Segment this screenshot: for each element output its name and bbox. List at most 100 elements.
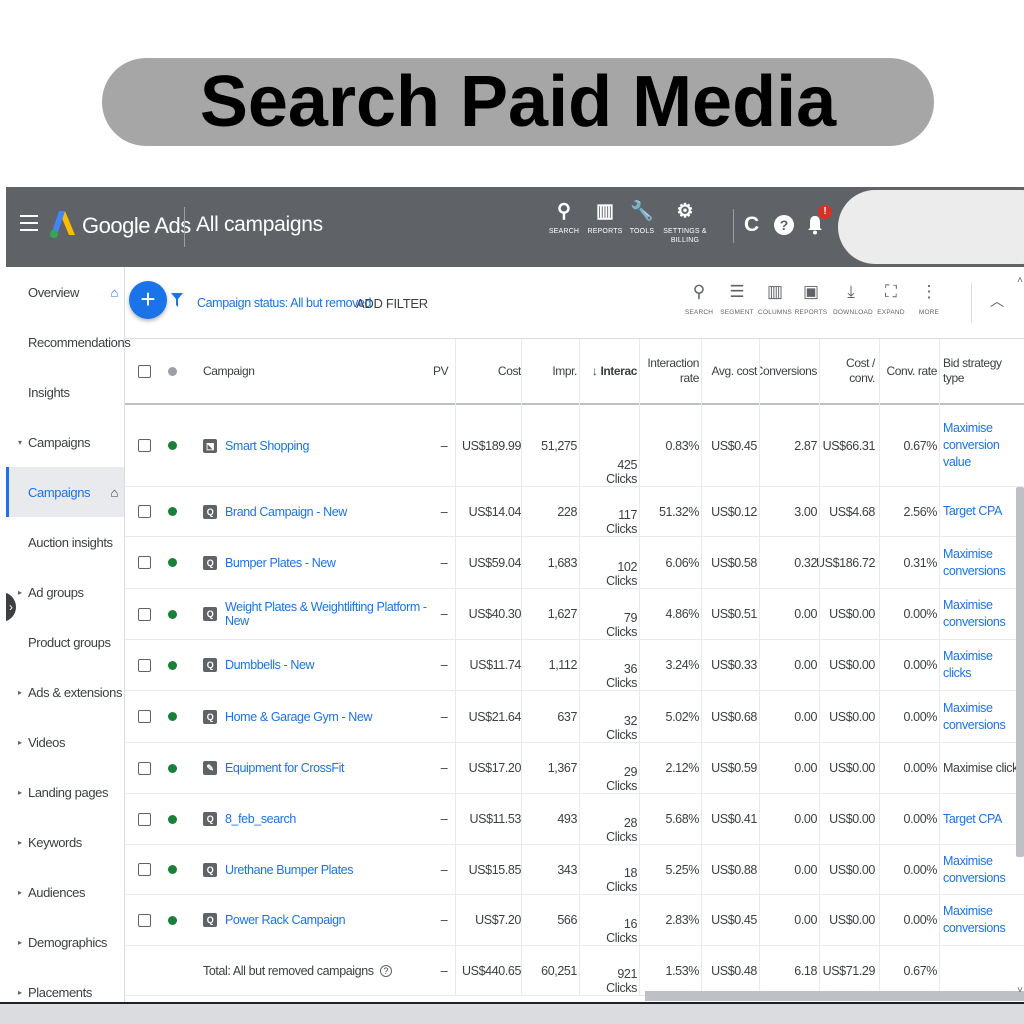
sidebar-item-demographics[interactable]: ▸ Demographics [6,917,124,967]
action-columns-button[interactable]: ▥ COLUMNS [757,281,793,316]
horizontal-scrollbar[interactable] [645,991,1024,1001]
sidebar-item-landing-pages[interactable]: ▸ Landing pages [6,767,124,817]
header-avg[interactable]: Avg. cost [701,339,757,403]
sidebar-item-recommendations[interactable]: Recommendations [6,317,131,367]
scroll-down-arrow-icon[interactable]: ˅ [1017,985,1023,996]
select-all-checkbox[interactable] [137,364,151,378]
row-checkbox[interactable] [137,863,151,876]
campaign-link[interactable]: 8_feb_search [225,812,296,826]
scroll-up-arrow-icon[interactable]: ˄ [1017,275,1023,286]
header-impr[interactable]: Impr. [523,339,577,403]
enabled-status-icon[interactable] [167,915,177,925]
enabled-status-icon[interactable] [167,712,177,721]
bid-strategy[interactable]: Maximise conversions [943,546,1015,580]
campaign-link[interactable]: Equipment for CrossFit [225,761,344,775]
header-convrate[interactable]: Conv. rate [877,339,938,403]
sidebar-item-keywords[interactable]: ▸ Keywords [6,817,124,867]
table-row[interactable]: Q Brand Campaign - New – US$14.04 228 117 Clic… [125,487,1024,537]
row-checkbox[interactable] [137,556,151,569]
row-checkbox[interactable] [137,607,151,621]
action-expand-button[interactable]: ⛶ EXPAND [873,281,909,316]
campaign-link[interactable]: Urethane Bumper Plates [225,863,353,877]
header-dot[interactable] [161,339,183,403]
enabled-status-icon[interactable] [167,507,177,516]
bid-strategy[interactable]: Maximise conversions [943,597,1015,631]
action-segment-button[interactable]: ☰ SEGMENT [719,281,755,316]
bid-strategy[interactable]: Maximise conversions [943,903,1015,937]
header-cpv[interactable]: PV [433,339,455,403]
action-reports-button[interactable]: ▣ REPORTS [793,281,829,316]
enabled-status-icon[interactable] [167,609,177,619]
header-cost[interactable]: Cost [455,339,521,403]
header-chk[interactable] [129,339,159,403]
row-checkbox[interactable] [137,913,151,927]
bid-strategy[interactable]: Target CPA [943,811,1002,828]
bid-strategy[interactable]: Maximise conversion value [943,420,1015,471]
row-checkbox[interactable] [137,761,151,775]
row-checkbox[interactable] [137,812,151,826]
campaign-link[interactable]: Smart Shopping [225,439,309,453]
campaign-link[interactable]: Home & Garage Gym - New [225,710,372,724]
refresh-icon[interactable]: C [744,213,759,237]
header-interactions[interactable]: ↓ Interac [579,339,637,403]
campaign-link[interactable]: Weight Plates & Weightlifting Platform -… [225,600,433,628]
enabled-status-icon[interactable] [167,865,177,874]
sidebar-item-auction-insights[interactable]: Auction insights [6,517,124,567]
campaign-link[interactable]: Brand Campaign - New [225,505,347,519]
action-search-button[interactable]: ⚲ SEARCH [681,281,717,316]
filter-icon[interactable] [171,293,183,307]
action-more-button[interactable]: ⋮ MORE [911,281,947,316]
add-campaign-button[interactable]: + [129,281,167,319]
campaign-link[interactable]: Dumbbells - New [225,658,315,672]
table-row[interactable]: Q Dumbbells - New – US$11.74 1,112 36 Clicks 3.… [125,640,1024,691]
table-row[interactable]: Q 8_feb_search – US$11.53 493 28 Clicks 5.68% US… [125,794,1024,845]
campaign-status-filter[interactable]: Campaign status: All but removed [197,296,372,310]
add-filter-button[interactable]: ADD FILTER [356,296,428,311]
sidebar-item-videos[interactable]: ▸ Videos [6,717,124,767]
enabled-status-icon[interactable] [167,763,177,773]
row-checkbox[interactable] [137,505,151,518]
sidebar-item-product-groups[interactable]: Product groups [6,617,124,667]
enabled-status-icon[interactable] [167,660,177,670]
table-row[interactable]: ⬔ Smart Shopping – US$189.99 51,275 425 Clicks… [125,405,1024,487]
header-conv[interactable]: Conversions [759,339,817,403]
row-checkbox[interactable] [137,658,151,672]
table-row[interactable]: Q Bumper Plates - New – US$59.04 1,683 102 Cli… [125,537,1024,589]
table-row[interactable]: Q Urethane Bumper Plates – US$15.85 343 18 Cli… [125,845,1024,895]
sidebar-item-audiences[interactable]: ▸ Audiences [6,867,124,917]
bid-strategy[interactable]: Maximise conversions [943,853,1015,887]
campaign-link[interactable]: Bumper Plates - New [225,556,336,570]
account-pill[interactable] [838,190,1024,264]
help-icon[interactable]: ? [774,215,794,235]
header-campaign[interactable]: Campaign [203,339,433,403]
header-cpc[interactable]: Cost / conv. [819,339,875,403]
sidebar-item-ads-extensions[interactable]: ▸ Ads & extensions [6,667,124,717]
bid-strategy[interactable]: Maximise clicks [943,648,1015,682]
enabled-status-icon[interactable] [167,814,177,824]
chevron-up-icon[interactable]: ︿ [990,291,1004,311]
sidebar-item-ad-groups[interactable]: ▸ Ad groups [6,567,124,617]
sidebar-item-placements[interactable]: ▸ Placements [6,967,124,1002]
campaign-link[interactable]: Power Rack Campaign [225,913,346,927]
row-checkbox[interactable] [137,710,151,723]
sidebar-item-insights[interactable]: Insights [6,367,124,417]
help-circle-icon[interactable]: ? [379,964,392,977]
header-bid[interactable]: Bid strategy type [943,339,1015,403]
table-row[interactable]: ✎ Equipment for CrossFit – US$17.20 1,367 29 C… [125,743,1024,794]
topbar-gear-button[interactable]: ⚙ SETTINGS & BILLING [655,201,715,245]
sidebar-item-campaigns[interactable]: Campaigns ⌂ [6,467,124,517]
row-checkbox[interactable] [137,439,151,452]
header-rate[interactable]: Interaction rate [639,339,699,403]
enabled-status-icon[interactable] [167,441,177,450]
sidebar-item-campaigns[interactable]: ▾ Campaigns [6,417,124,467]
table-row[interactable]: Q Home & Garage Gym - New – US$21.64 637 32 Cl… [125,691,1024,743]
bid-strategy[interactable]: Maximise conversions [943,700,1015,734]
table-row[interactable]: Q Weight Plates & Weightlifting Platform … [125,589,1024,640]
enabled-status-icon[interactable] [167,558,177,567]
bid-strategy[interactable]: Target CPA [943,503,1002,520]
table-row[interactable]: Q Power Rack Campaign – US$7.20 566 16 Clicks 2… [125,895,1024,946]
sidebar-item-overview[interactable]: Overview ⌂ [6,267,124,317]
menu-icon[interactable] [20,215,38,231]
vertical-scrollbar[interactable] [1016,487,1024,857]
action-download-button[interactable]: ⤓ DOWNLOAD [833,281,873,316]
